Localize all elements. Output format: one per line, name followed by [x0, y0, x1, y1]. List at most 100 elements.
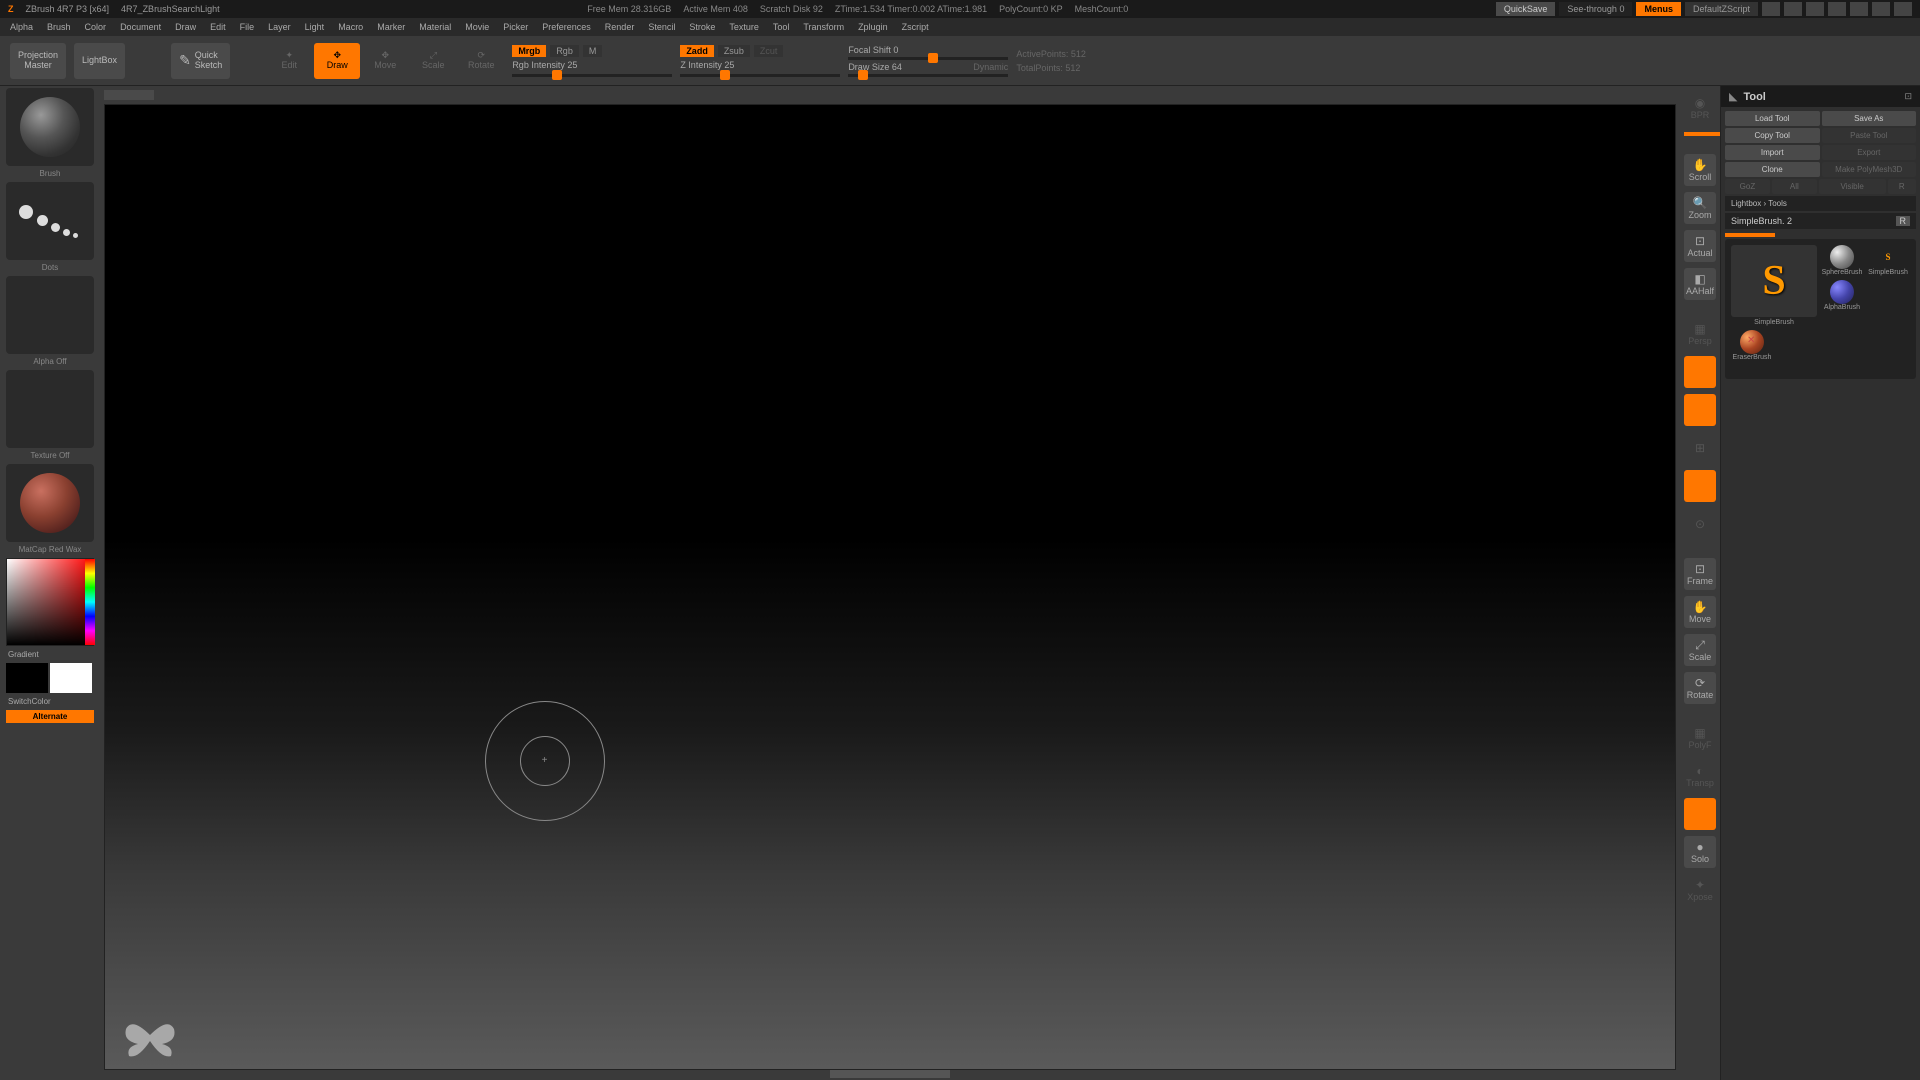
- dynamic-label[interactable]: Dynamic: [973, 62, 1008, 72]
- menu-document[interactable]: Document: [120, 22, 161, 32]
- mrgb-button[interactable]: Mrgb: [512, 45, 546, 57]
- menu-zplugin[interactable]: Zplugin: [858, 22, 888, 32]
- load-tool-button[interactable]: Load Tool: [1725, 111, 1820, 126]
- lightbox-tools-header[interactable]: Lightbox › Tools: [1725, 196, 1916, 211]
- tool-item-simplebrush[interactable]: S SimpleBrush: [1731, 245, 1817, 326]
- xyz-button[interactable]: [1684, 470, 1716, 502]
- clone-button[interactable]: Clone: [1725, 162, 1820, 177]
- goz-visible-button[interactable]: Visible: [1819, 179, 1886, 194]
- bpr-button[interactable]: ◉BPR: [1684, 92, 1716, 124]
- nav-rotate-button[interactable]: ⟳Rotate: [1684, 672, 1716, 704]
- focal-shift-label[interactable]: Focal Shift 0: [848, 45, 898, 55]
- canvas[interactable]: +: [104, 104, 1676, 1070]
- window-icon-4[interactable]: [1828, 2, 1846, 16]
- seethrough-slider[interactable]: See-through 0: [1559, 2, 1632, 16]
- make-polymesh-button[interactable]: Make PolyMesh3D: [1822, 162, 1917, 177]
- solo-button[interactable]: ●Solo: [1684, 836, 1716, 868]
- menu-stroke[interactable]: Stroke: [689, 22, 715, 32]
- rotate-mode-button[interactable]: ⟳Rotate: [458, 43, 504, 79]
- canvas-thumbnail[interactable]: [104, 90, 154, 100]
- material-tray[interactable]: MatCap Red Wax: [6, 464, 94, 542]
- close-icon[interactable]: [1894, 2, 1912, 16]
- lframe-button[interactable]: ⊞: [1684, 432, 1716, 464]
- m-button[interactable]: M: [583, 45, 603, 57]
- color-picker[interactable]: [6, 558, 94, 646]
- projection-master-button[interactable]: Projection Master: [10, 43, 66, 79]
- tool-item-simplebrush-2[interactable]: S SimpleBrush: [1867, 245, 1909, 326]
- nav-scale-button[interactable]: ⤢Scale: [1684, 634, 1716, 666]
- gradient-label[interactable]: Gradient: [6, 648, 94, 661]
- switch-color-button[interactable]: SwitchColor: [6, 695, 94, 708]
- menu-zscript[interactable]: Zscript: [902, 22, 929, 32]
- rgb-intensity-label[interactable]: Rgb Intensity 25: [512, 60, 577, 70]
- z-intensity-label[interactable]: Z Intensity 25: [680, 60, 734, 70]
- tool-item-spherebrush[interactable]: SphereBrush: [1821, 245, 1863, 276]
- canvas-bottom-handle[interactable]: [830, 1070, 950, 1078]
- menu-light[interactable]: Light: [305, 22, 325, 32]
- paste-tool-button[interactable]: Paste Tool: [1822, 128, 1917, 143]
- edit-mode-button[interactable]: ✦Edit: [266, 43, 312, 79]
- panel-close-icon[interactable]: ⊡: [1904, 91, 1912, 102]
- scale-mode-button[interactable]: ⤢Scale: [410, 43, 456, 79]
- floor-button[interactable]: [1684, 356, 1716, 388]
- window-icon-3[interactable]: [1806, 2, 1824, 16]
- zoom-button[interactable]: 🔍Zoom: [1684, 192, 1716, 224]
- rgb-intensity-slider[interactable]: [512, 74, 672, 77]
- menu-color[interactable]: Color: [85, 22, 107, 32]
- transp-button[interactable]: ◐Transp: [1684, 760, 1716, 792]
- menu-marker[interactable]: Marker: [377, 22, 405, 32]
- menu-movie[interactable]: Movie: [465, 22, 489, 32]
- local-button[interactable]: [1684, 394, 1716, 426]
- goz-all-button[interactable]: All: [1772, 179, 1817, 194]
- focal-shift-slider[interactable]: [848, 57, 1008, 60]
- z-intensity-slider[interactable]: [680, 74, 840, 77]
- tool-item-eraserbrush[interactable]: EraserBrush: [1731, 330, 1773, 361]
- texture-tray[interactable]: Texture Off: [6, 370, 94, 448]
- tool-panel-header[interactable]: ◣ Tool ⊡: [1721, 86, 1920, 107]
- aahalf-button[interactable]: ◧AAHalf: [1684, 268, 1716, 300]
- zsub-button[interactable]: Zsub: [718, 45, 750, 57]
- menu-stencil[interactable]: Stencil: [648, 22, 675, 32]
- draw-size-slider[interactable]: [848, 74, 1008, 77]
- current-tool-name[interactable]: SimpleBrush. 2 R: [1725, 213, 1916, 229]
- menu-macro[interactable]: Macro: [338, 22, 363, 32]
- menu-tool[interactable]: Tool: [773, 22, 790, 32]
- default-script[interactable]: DefaultZScript: [1685, 2, 1758, 16]
- frame-button[interactable]: ⊡Frame: [1684, 558, 1716, 590]
- rgb-button[interactable]: Rgb: [550, 45, 579, 57]
- menu-brush[interactable]: Brush: [47, 22, 71, 32]
- tool-item-alphabrush[interactable]: AlphaBrush: [1821, 280, 1863, 311]
- menu-material[interactable]: Material: [419, 22, 451, 32]
- menu-layer[interactable]: Layer: [268, 22, 291, 32]
- draw-size-label[interactable]: Draw Size 64: [848, 62, 902, 72]
- lightbox-button[interactable]: LightBox: [74, 43, 125, 79]
- menu-texture[interactable]: Texture: [729, 22, 759, 32]
- menu-preferences[interactable]: Preferences: [542, 22, 591, 32]
- menu-alpha[interactable]: Alpha: [10, 22, 33, 32]
- primary-color-swatch[interactable]: [50, 663, 92, 693]
- menu-transform[interactable]: Transform: [803, 22, 844, 32]
- minimize-icon[interactable]: [1850, 2, 1868, 16]
- save-as-button[interactable]: Save As: [1822, 111, 1917, 126]
- quicksave-button[interactable]: QuickSave: [1496, 2, 1556, 16]
- scroll-button[interactable]: ✋Scroll: [1684, 154, 1716, 186]
- menu-file[interactable]: File: [240, 22, 255, 32]
- quick-sketch-button[interactable]: ✎ Quick Sketch: [171, 43, 230, 79]
- goz-r-button[interactable]: R: [1888, 179, 1916, 194]
- menu-picker[interactable]: Picker: [503, 22, 528, 32]
- persp-button[interactable]: ▦Persp: [1684, 318, 1716, 350]
- maximize-icon[interactable]: [1872, 2, 1890, 16]
- menus-button[interactable]: Menus: [1636, 2, 1681, 16]
- ghost-button[interactable]: [1684, 798, 1716, 830]
- r-badge[interactable]: R: [1896, 216, 1911, 226]
- menu-edit[interactable]: Edit: [210, 22, 226, 32]
- draw-mode-button[interactable]: ✥Draw: [314, 43, 360, 79]
- stroke-tray[interactable]: Dots: [6, 182, 94, 260]
- menu-draw[interactable]: Draw: [175, 22, 196, 32]
- actual-button[interactable]: ⊡Actual: [1684, 230, 1716, 262]
- window-icon-1[interactable]: [1762, 2, 1780, 16]
- nav-move-button[interactable]: ✋Move: [1684, 596, 1716, 628]
- polyf-button[interactable]: ▦PolyF: [1684, 722, 1716, 754]
- alternate-button[interactable]: Alternate: [6, 710, 94, 723]
- import-button[interactable]: Import: [1725, 145, 1820, 160]
